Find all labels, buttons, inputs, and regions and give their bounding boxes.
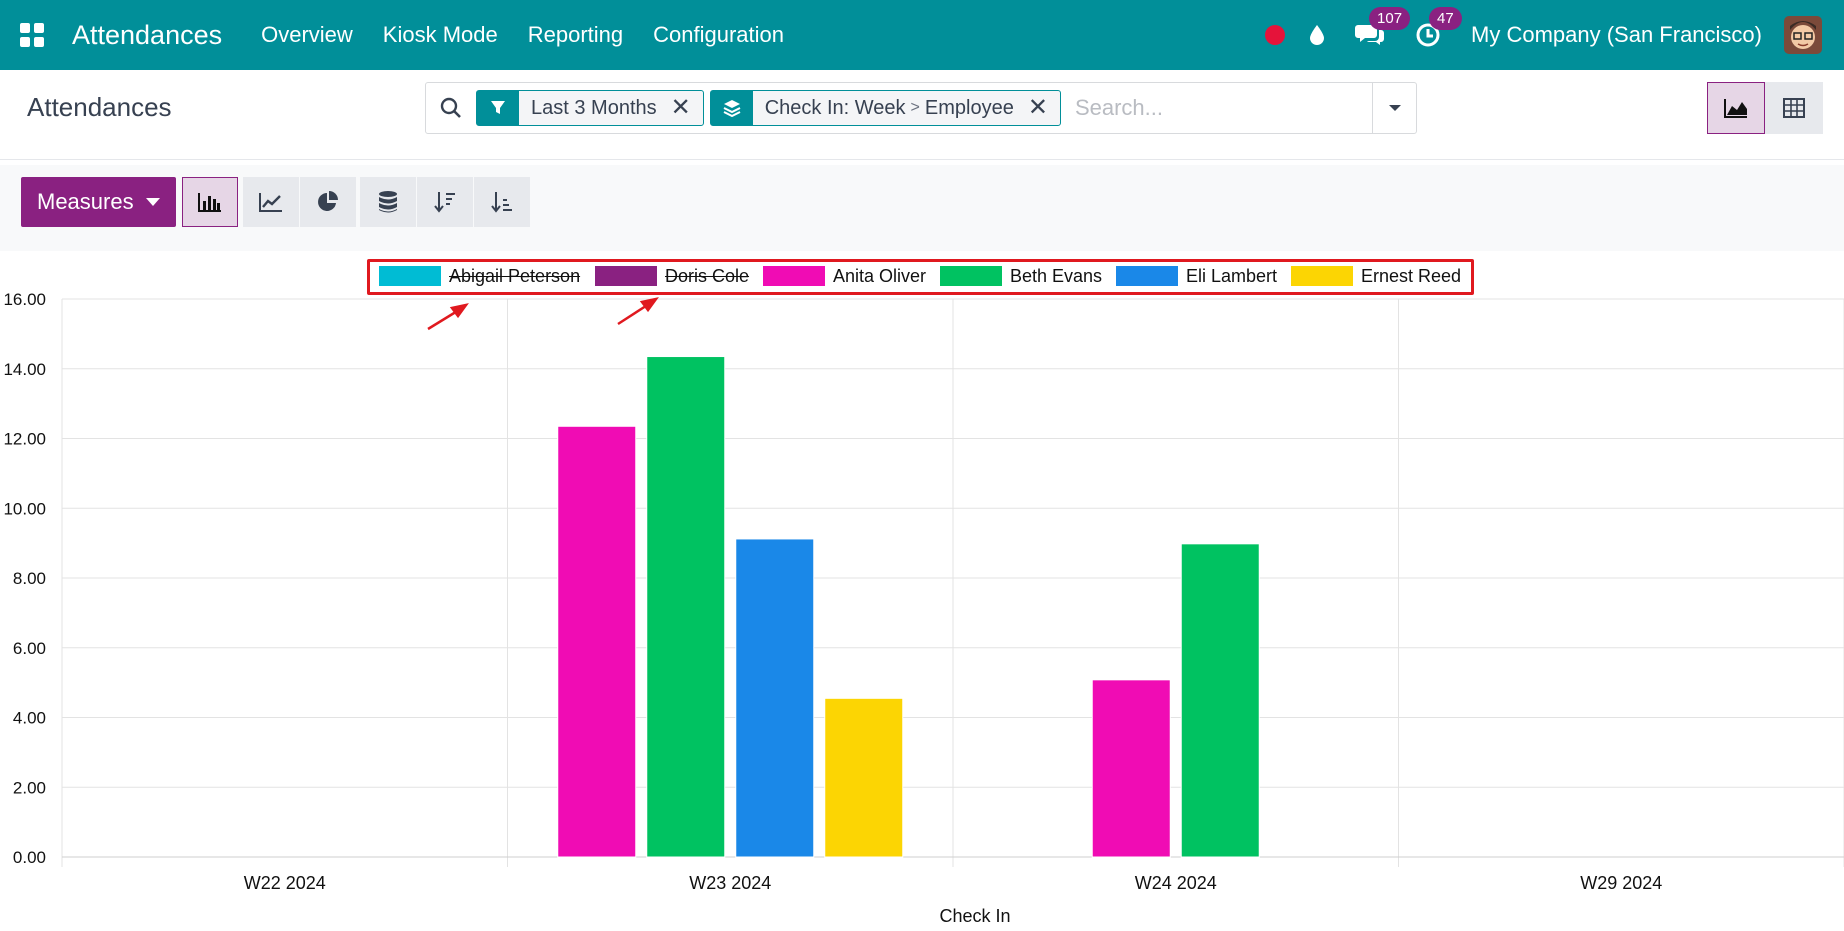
annotation-arrows <box>427 297 659 331</box>
annotation-arrow <box>427 303 469 331</box>
annotation-arrow <box>617 297 659 326</box>
